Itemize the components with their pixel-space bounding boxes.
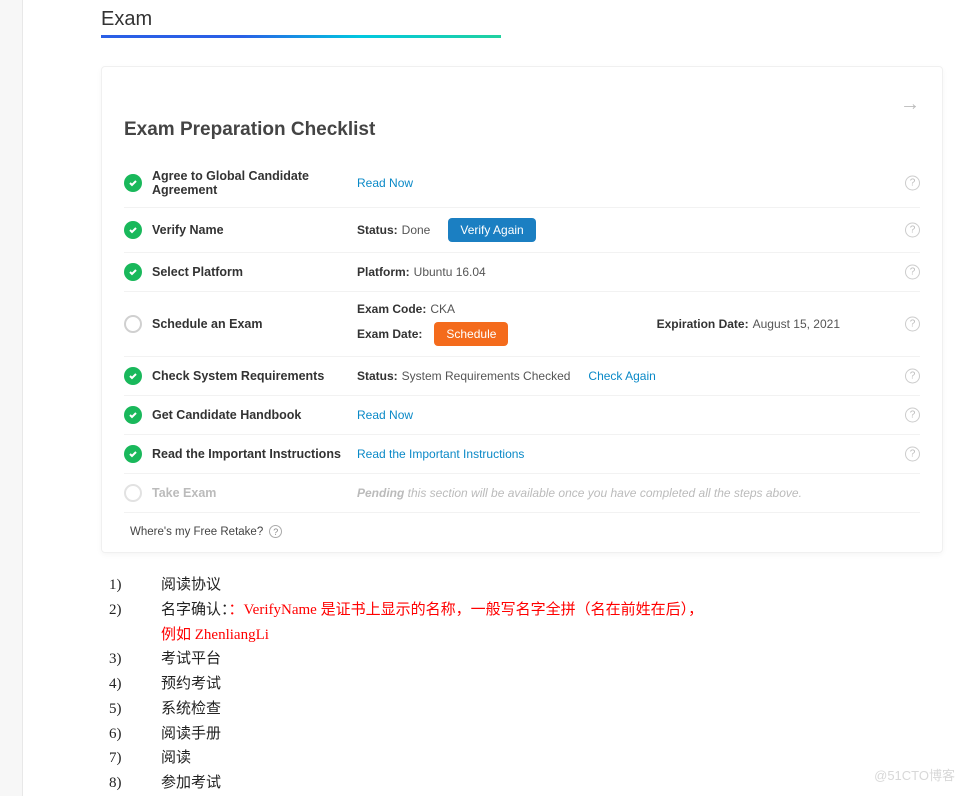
- row-label: Check System Requirements: [152, 369, 357, 383]
- help-icon[interactable]: ?: [269, 525, 282, 538]
- page-title: Exam: [101, 8, 965, 31]
- verify-again-button[interactable]: Verify Again: [448, 218, 535, 242]
- row-label: Read the Important Instructions: [152, 447, 357, 461]
- check-icon: [124, 221, 142, 239]
- row-sysreq: Check System Requirements Status:System …: [124, 357, 920, 396]
- watermark: @51CTO博客: [874, 765, 955, 784]
- row-label: Take Exam: [152, 486, 357, 500]
- help-icon[interactable]: ?: [905, 447, 920, 462]
- checklist-card: → Exam Preparation Checklist Agree to Gl…: [101, 66, 943, 553]
- row-verify-name: Verify Name Status:Done Verify Again ?: [124, 208, 920, 253]
- check-icon: [124, 367, 142, 385]
- help-icon[interactable]: ?: [905, 223, 920, 238]
- note-item: 5)系统检查: [109, 697, 935, 722]
- note-item: 8)参加考试: [109, 771, 935, 796]
- help-icon[interactable]: ?: [905, 265, 920, 280]
- row-platform: Select Platform Platform:Ubuntu 16.04 ?: [124, 253, 920, 292]
- status-label: Status:System Requirements Checked: [357, 369, 570, 383]
- help-icon[interactable]: ?: [905, 317, 920, 332]
- arrow-right-icon[interactable]: →: [900, 93, 920, 116]
- title-underline: [101, 35, 501, 38]
- page-container: Exam → Exam Preparation Checklist Agree …: [22, 0, 965, 796]
- note-item: 2)名字确认：：VerifyName 是证书上显示的名称，一般写名字全拼（名在前…: [109, 598, 935, 623]
- row-label: Select Platform: [152, 265, 357, 279]
- read-now-link[interactable]: Read Now: [357, 408, 413, 422]
- row-label: Agree to Global Candidate Agreement: [152, 169, 357, 197]
- check-icon: [124, 263, 142, 281]
- check-icon: [124, 406, 142, 424]
- row-label: Schedule an Exam: [152, 317, 357, 331]
- row-handbook: Get Candidate Handbook Read Now ?: [124, 396, 920, 435]
- read-instructions-link[interactable]: Read the Important Instructions: [357, 447, 524, 461]
- row-label: Verify Name: [152, 223, 357, 237]
- free-retake-link[interactable]: Where's my Free Retake? ?: [124, 525, 920, 538]
- read-now-link[interactable]: Read Now: [357, 176, 413, 190]
- platform-label: Platform:Ubuntu 16.04: [357, 265, 486, 279]
- help-icon[interactable]: ?: [905, 408, 920, 423]
- empty-circle-icon: [124, 484, 142, 502]
- schedule-button[interactable]: Schedule: [434, 322, 508, 346]
- note-item: 7)阅读: [109, 746, 935, 771]
- check-icon: [124, 174, 142, 192]
- notes-section: 1)阅读协议 2)名字确认：：VerifyName 是证书上显示的名称，一般写名…: [109, 573, 935, 796]
- expiration-label: Expiration Date:August 15, 2021: [657, 317, 840, 331]
- row-label: Get Candidate Handbook: [152, 408, 357, 422]
- note-item: 1)阅读协议: [109, 573, 935, 598]
- empty-circle-icon: [124, 315, 142, 333]
- row-instructions: Read the Important Instructions Read the…: [124, 435, 920, 474]
- pending-text: Pending this section will be available o…: [357, 486, 920, 500]
- help-icon[interactable]: ?: [905, 176, 920, 191]
- card-title: Exam Preparation Checklist: [124, 119, 920, 141]
- row-take-exam: Take Exam Pending this section will be a…: [124, 474, 920, 513]
- note-item: 3)考试平台: [109, 647, 935, 672]
- note-item: 6)阅读手册: [109, 722, 935, 747]
- note-item-cont: 例如 ZhenliangLi: [161, 623, 935, 648]
- check-icon: [124, 445, 142, 463]
- status-label: Status:Done: [357, 223, 430, 237]
- exam-header: Exam: [101, 8, 965, 44]
- check-again-link[interactable]: Check Again: [588, 369, 655, 383]
- row-agree: Agree to Global Candidate Agreement Read…: [124, 159, 920, 208]
- help-icon[interactable]: ?: [905, 369, 920, 384]
- schedule-details: Exam Code:CKA Exam Date: Schedule: [357, 302, 508, 346]
- row-schedule: Schedule an Exam Exam Code:CKA Exam Date…: [124, 292, 920, 357]
- note-item: 4)预约考试: [109, 672, 935, 697]
